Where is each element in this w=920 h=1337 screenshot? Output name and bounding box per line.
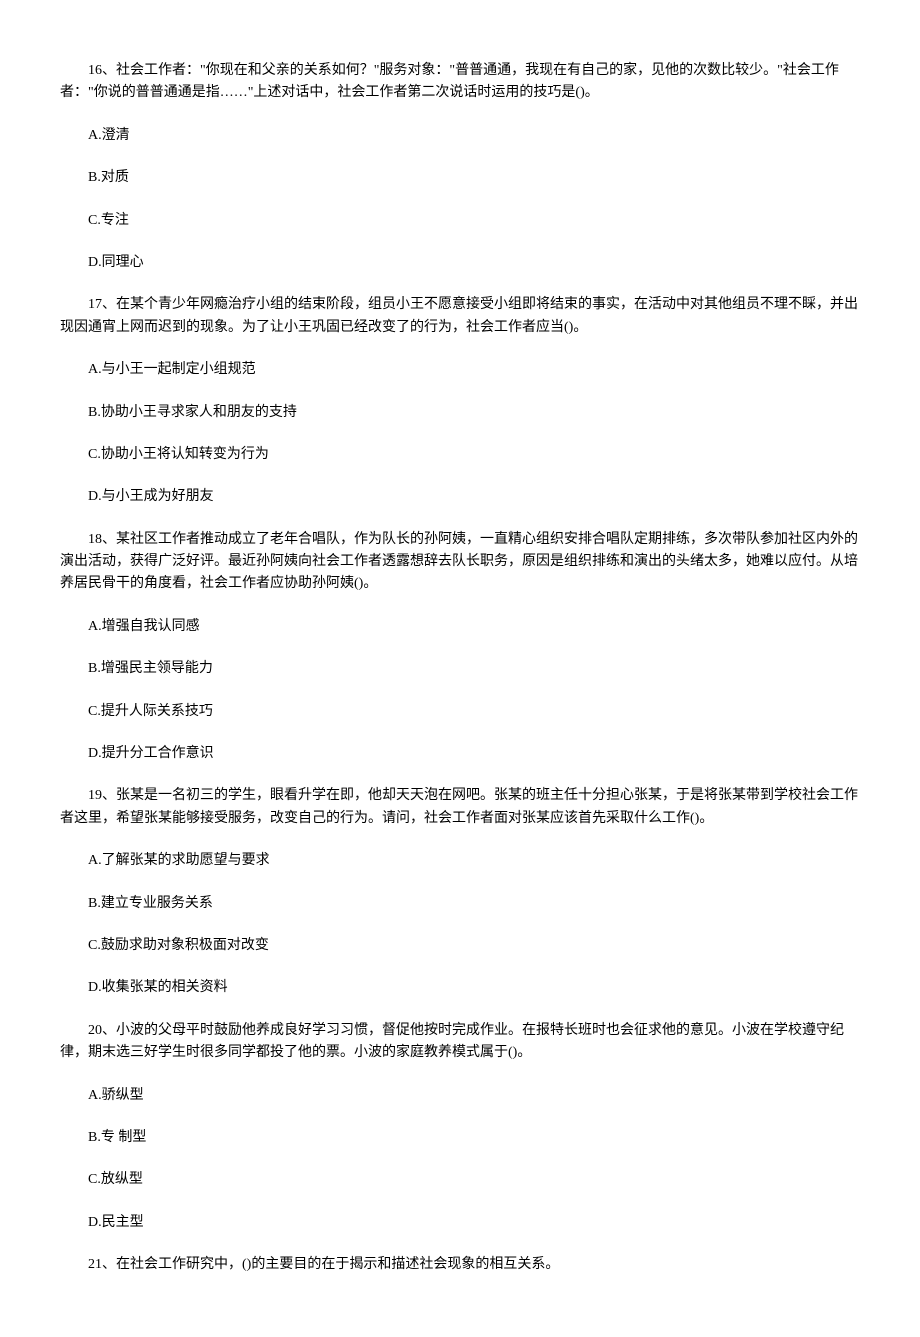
- option-c: C.协助小王将认知转变为行为: [60, 444, 860, 466]
- question-text: 19、张某是一名初三的学生，眼看升学在即，他却天天泡在网吧。张某的班主任十分担心…: [60, 785, 860, 830]
- question-number: 19、: [88, 788, 116, 803]
- question-20: 20、小波的父母平时鼓励他养成良好学习习惯，督促他按时完成作业。在报特长班时也会…: [60, 1020, 860, 1234]
- option-a: A.与小王一起制定小组规范: [60, 359, 860, 381]
- question-16: 16、社会工作者："你现在和父亲的关系如何？"服务对象："普普通通，我现在有自己…: [60, 60, 860, 274]
- question-text: 18、某社区工作者推动成立了老年合唱队，作为队长的孙阿姨，一直精心组织安排合唱队…: [60, 529, 860, 596]
- option-d: D.同理心: [60, 252, 860, 274]
- question-text: 21、在社会工作研究中，()的主要目的在于揭示和描述社会现象的相互关系。: [60, 1254, 860, 1276]
- option-a: A.了解张某的求助愿望与要求: [60, 850, 860, 872]
- option-b: B.建立专业服务关系: [60, 893, 860, 915]
- question-body: 某社区工作者推动成立了老年合唱队，作为队长的孙阿姨，一直精心组织安排合唱队定期排…: [60, 532, 858, 592]
- question-number: 17、: [88, 297, 116, 312]
- option-b: B.协助小王寻求家人和朋友的支持: [60, 402, 860, 424]
- option-c: C.提升人际关系技巧: [60, 701, 860, 723]
- option-d: D.收集张某的相关资料: [60, 977, 860, 999]
- option-d: D.与小王成为好朋友: [60, 486, 860, 508]
- option-c: C.放纵型: [60, 1169, 860, 1191]
- question-number: 21、: [88, 1257, 116, 1272]
- question-body: 小波的父母平时鼓励他养成良好学习习惯，督促他按时完成作业。在报特长班时也会征求他…: [60, 1023, 844, 1060]
- option-c: C.鼓励求助对象积极面对改变: [60, 935, 860, 957]
- question-number: 16、: [88, 63, 116, 78]
- question-body: 在某个青少年网瘾治疗小组的结束阶段，组员小王不愿意接受小组即将结束的事实，在活动…: [60, 297, 858, 334]
- option-c: C.专注: [60, 210, 860, 232]
- option-a: A.澄清: [60, 125, 860, 147]
- question-text: 20、小波的父母平时鼓励他养成良好学习习惯，督促他按时完成作业。在报特长班时也会…: [60, 1020, 860, 1065]
- option-d: D.提升分工合作意识: [60, 743, 860, 765]
- question-21: 21、在社会工作研究中，()的主要目的在于揭示和描述社会现象的相互关系。: [60, 1254, 860, 1276]
- question-number: 18、: [88, 532, 116, 547]
- option-a: A.骄纵型: [60, 1085, 860, 1107]
- option-d: D.民主型: [60, 1212, 860, 1234]
- question-body: 在社会工作研究中，()的主要目的在于揭示和描述社会现象的相互关系。: [116, 1257, 559, 1272]
- option-b: B.对质: [60, 167, 860, 189]
- question-18: 18、某社区工作者推动成立了老年合唱队，作为队长的孙阿姨，一直精心组织安排合唱队…: [60, 529, 860, 766]
- option-b: B.增强民主领导能力: [60, 658, 860, 680]
- question-body: 张某是一名初三的学生，眼看升学在即，他却天天泡在网吧。张某的班主任十分担心张某，…: [60, 788, 858, 825]
- question-17: 17、在某个青少年网瘾治疗小组的结束阶段，组员小王不愿意接受小组即将结束的事实，…: [60, 294, 860, 508]
- option-b: B.专 制型: [60, 1127, 860, 1149]
- question-text: 17、在某个青少年网瘾治疗小组的结束阶段，组员小王不愿意接受小组即将结束的事实，…: [60, 294, 860, 339]
- question-19: 19、张某是一名初三的学生，眼看升学在即，他却天天泡在网吧。张某的班主任十分担心…: [60, 785, 860, 999]
- question-body: 社会工作者："你现在和父亲的关系如何？"服务对象："普普通通，我现在有自己的家，…: [60, 63, 839, 100]
- question-number: 20、: [88, 1023, 116, 1038]
- option-a: A.增强自我认同感: [60, 616, 860, 638]
- question-text: 16、社会工作者："你现在和父亲的关系如何？"服务对象："普普通通，我现在有自己…: [60, 60, 860, 105]
